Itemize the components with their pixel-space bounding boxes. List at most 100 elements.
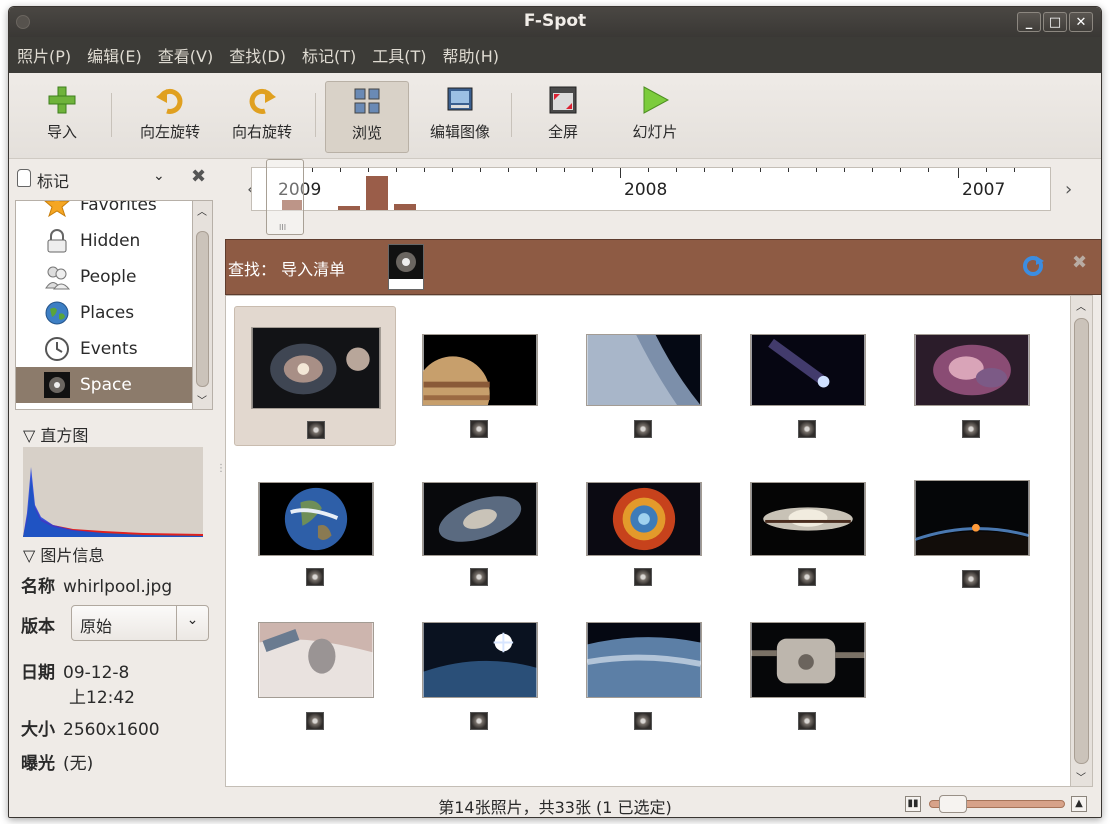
menu-help[interactable]: 帮助(H): [443, 43, 500, 67]
timeline-tick: [900, 168, 901, 172]
photo-thumbnail-station-module[interactable]: [750, 622, 866, 698]
photo-thumbnail-spiral-galaxy[interactable]: [422, 482, 538, 556]
timeline-bar: [338, 206, 360, 210]
photo-grid-scrollbar[interactable]: ︿ ﹀: [1071, 295, 1093, 787]
menu-view[interactable]: 查看(V): [158, 43, 213, 67]
photo-cell-earth-orbit[interactable]: [562, 598, 724, 738]
timeline-range-handle[interactable]: III: [266, 159, 304, 235]
info-exposure-row: 曝光 (无): [21, 754, 94, 774]
fullscreen-button[interactable]: 全屏: [533, 81, 593, 153]
zoom-slider-handle[interactable]: [939, 795, 967, 813]
photo-cell-sun-over-earth[interactable]: [398, 598, 560, 738]
scroll-down-icon[interactable]: ﹀: [197, 392, 207, 407]
edit-image-button[interactable]: 编辑图像: [417, 81, 503, 153]
scroll-up-icon[interactable]: ︿: [197, 203, 207, 218]
menu-find[interactable]: 查找(D): [229, 43, 286, 67]
close-sidebar-icon[interactable]: ✖: [191, 166, 206, 187]
photo-thumbnail-helix-nebula[interactable]: [586, 482, 702, 556]
photo-thumbnail-sun-over-earth[interactable]: [422, 622, 538, 698]
close-button[interactable]: ✕: [1069, 12, 1093, 32]
photo-thumbnail-jupiter[interactable]: [422, 334, 538, 406]
timeline-tick: [536, 168, 537, 172]
photo-cell-sunrise-horizon[interactable]: [890, 456, 1052, 596]
photo-thumbnail-sombrero-galaxy[interactable]: [750, 482, 866, 556]
tag-list-scrollbar[interactable]: ︿ ﹀: [193, 200, 213, 410]
photo-thumbnail-blue-marble[interactable]: [258, 482, 374, 556]
timeline-tick: [508, 168, 509, 172]
tag-item-places[interactable]: Places: [16, 295, 192, 331]
timeline-tick: [676, 168, 677, 172]
photo-thumbnail-sunrise-horizon[interactable]: [914, 480, 1030, 556]
tag-list: Favorites Hidden People Places Events Sp…: [15, 200, 193, 410]
photo-cell-station-module[interactable]: [726, 598, 888, 738]
timeline-tick: [816, 168, 817, 172]
menu-bar: 照片(P) 编辑(E) 查看(V) 查找(D) 标记(T) 工具(T) 帮助(H…: [9, 37, 1101, 73]
tag-item-space[interactable]: Space: [16, 367, 192, 403]
sidebar: 标记 ⌄ ✖ Favorites Hidden People Places Ev…: [9, 160, 217, 790]
tag-item-people[interactable]: People: [16, 259, 192, 295]
photo-thumbnail-whirlpool[interactable]: [251, 327, 381, 409]
menu-edit[interactable]: 编辑(E): [87, 43, 142, 67]
photo-thumbnail-earth-limb[interactable]: [586, 334, 702, 406]
scroll-down-icon[interactable]: ﹀: [1076, 769, 1086, 784]
photo-cell-jupiter[interactable]: [398, 306, 560, 446]
menu-photo[interactable]: 照片(P): [17, 43, 71, 67]
clock-icon: [45, 337, 69, 361]
zoom-in-button[interactable]: ▲: [1071, 796, 1087, 812]
photo-thumbnail-comet[interactable]: [750, 334, 866, 406]
refresh-icon[interactable]: [1022, 255, 1044, 277]
scrollbar-thumb[interactable]: [1074, 318, 1089, 764]
histogram-blue-channel: [23, 467, 203, 537]
photo-cell-earth-limb[interactable]: [562, 306, 724, 446]
tag-item-events[interactable]: Events: [16, 331, 192, 367]
menu-tools[interactable]: 工具(T): [372, 43, 426, 67]
import-button[interactable]: 导入: [27, 81, 97, 153]
minimize-button[interactable]: _: [1017, 12, 1041, 32]
tag-badge-icon: [798, 712, 816, 730]
timeline[interactable]: 2009 2008 2007: [251, 167, 1051, 211]
zoom-out-icon: ▮▮: [907, 798, 919, 809]
timeline-tick: [620, 168, 621, 178]
zoom-control: ▮▮ ▲: [901, 793, 1091, 815]
photo-cell-spacecraft-clouds[interactable]: [234, 598, 396, 738]
photo-cell-blue-marble[interactable]: [234, 456, 396, 596]
rotate-left-button[interactable]: 向左旋转: [127, 81, 213, 153]
maximize-button[interactable]: □: [1043, 12, 1067, 32]
version-dropdown[interactable]: 原始 ⌄: [71, 605, 209, 641]
tag-badge-icon: [962, 570, 980, 588]
tag-badge-icon: [470, 420, 488, 438]
rotate-right-button[interactable]: 向右旋转: [219, 81, 305, 153]
slideshow-button[interactable]: 幻灯片: [615, 81, 695, 153]
galaxy-icon: [44, 372, 70, 398]
histogram-header[interactable]: ▽ 直方图: [23, 422, 88, 446]
timeline-tick: [958, 168, 959, 178]
photo-cell-whirlpool[interactable]: [234, 306, 396, 446]
tag-badge-icon: [634, 568, 652, 586]
scroll-up-icon[interactable]: ︿: [1076, 298, 1086, 313]
timeline-tick: [396, 168, 397, 172]
timeline-next-icon[interactable]: ›: [1065, 179, 1072, 200]
photo-cell-orion-nebula[interactable]: [890, 306, 1052, 446]
tag-badge-icon: [470, 568, 488, 586]
timeline-tick: [844, 168, 845, 172]
find-tag-chip[interactable]: [388, 244, 424, 290]
chevron-down-icon[interactable]: ⌄: [153, 168, 165, 184]
close-find-icon[interactable]: ✖: [1072, 252, 1087, 273]
photo-thumbnail-orion-nebula[interactable]: [914, 334, 1030, 406]
edit-image-icon: [447, 87, 473, 111]
photo-info-header[interactable]: ▽ 图片信息: [23, 542, 104, 566]
browse-button[interactable]: 浏览: [325, 81, 409, 153]
tag-badge-icon: [306, 712, 324, 730]
photo-cell-sombrero-galaxy[interactable]: [726, 456, 888, 596]
tag-item-hidden[interactable]: Hidden: [16, 223, 192, 259]
people-icon: [45, 266, 70, 290]
photo-cell-comet[interactable]: [726, 306, 888, 446]
zoom-out-button[interactable]: ▮▮: [905, 796, 921, 812]
tag-item-favorites[interactable]: Favorites: [16, 201, 192, 223]
photo-thumbnail-spacecraft-clouds[interactable]: [258, 622, 374, 698]
photo-thumbnail-earth-orbit[interactable]: [586, 622, 702, 698]
scrollbar-thumb[interactable]: [196, 231, 209, 387]
photo-cell-spiral-galaxy[interactable]: [398, 456, 560, 596]
menu-tags[interactable]: 标记(T): [302, 43, 356, 67]
photo-cell-helix-nebula[interactable]: [562, 456, 724, 596]
